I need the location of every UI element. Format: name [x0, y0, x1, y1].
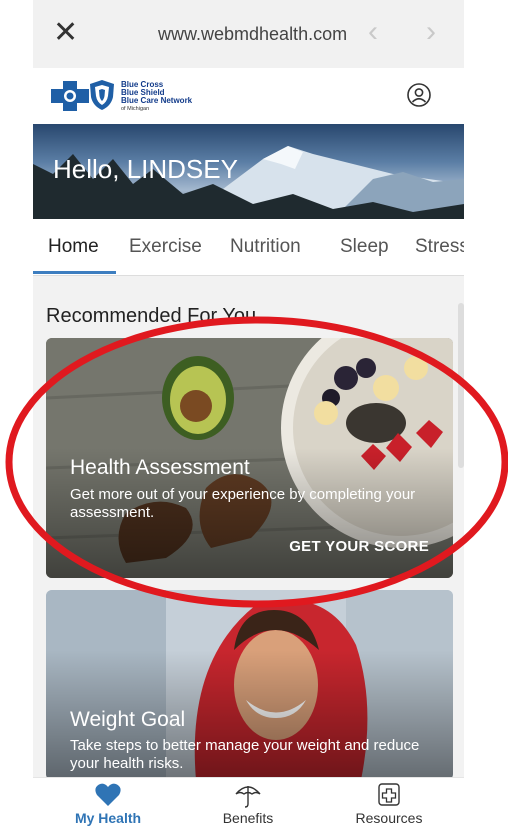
scrollbar[interactable] — [458, 303, 464, 468]
section-title: Recommended For You — [46, 305, 257, 327]
logo-line: Blue Care Network — [121, 96, 193, 105]
nav-resources[interactable]: Resources — [329, 782, 449, 826]
weight-goal-card[interactable]: Weight Goal Take steps to better manage … — [46, 590, 453, 780]
phone-screen: ✕ www.webmdhealth.com ‹ › Blue Cross Blu… — [33, 0, 464, 833]
tab-home[interactable]: Home — [48, 236, 99, 258]
tab-nutrition[interactable]: Nutrition — [230, 236, 301, 258]
brand-logo-text: Blue Cross Blue Shield Blue Care Network… — [121, 81, 211, 113]
card-title: Health Assessment — [70, 456, 250, 479]
card-title: Weight Goal — [70, 708, 186, 731]
browser-url-bar: ✕ www.webmdhealth.com ‹ › — [33, 0, 464, 68]
blue-shield-logo-icon — [90, 80, 114, 110]
health-assessment-card[interactable]: Health Assessment Get more out of your e… — [46, 338, 453, 578]
umbrella-icon — [235, 786, 261, 808]
hero-banner: Hello, LINDSEY — [33, 124, 464, 219]
nav-benefits[interactable]: Benefits — [188, 782, 308, 826]
card-description: Get more out of your experience by compl… — [70, 486, 416, 521]
tab-sleep[interactable]: Sleep — [340, 236, 389, 258]
heart-icon — [95, 783, 121, 806]
url-text[interactable]: www.webmdhealth.com — [158, 24, 347, 45]
tab-stress[interactable]: Stress — [415, 236, 464, 258]
close-icon[interactable]: ✕ — [53, 18, 78, 48]
get-your-score-link[interactable]: GET YOUR SCORE — [289, 538, 429, 555]
back-arrow-icon[interactable]: ‹ — [368, 16, 378, 48]
greeting-text: Hello, LINDSEY — [53, 154, 238, 184]
nav-label: My Health — [74, 810, 142, 826]
profile-icon[interactable] — [407, 83, 431, 107]
category-tabs: Home Exercise Nutrition Sleep Stress — [33, 219, 464, 276]
app-header: Blue Cross Blue Shield Blue Care Network… — [33, 68, 464, 124]
blue-cross-logo-icon — [51, 81, 89, 111]
active-tab-indicator — [33, 271, 116, 274]
medical-cross-icon — [378, 783, 400, 806]
logo-line: of Michigan — [121, 106, 150, 112]
bottom-navigation: My Health Benefits Resources — [33, 777, 464, 833]
tab-exercise[interactable]: Exercise — [129, 236, 202, 258]
nav-label: Resources — [355, 810, 423, 826]
nav-my-health[interactable]: My Health — [48, 782, 168, 826]
nav-label: Benefits — [222, 810, 274, 826]
forward-arrow-icon[interactable]: › — [426, 16, 436, 48]
card-description: Take steps to better manage your weight … — [70, 737, 420, 772]
